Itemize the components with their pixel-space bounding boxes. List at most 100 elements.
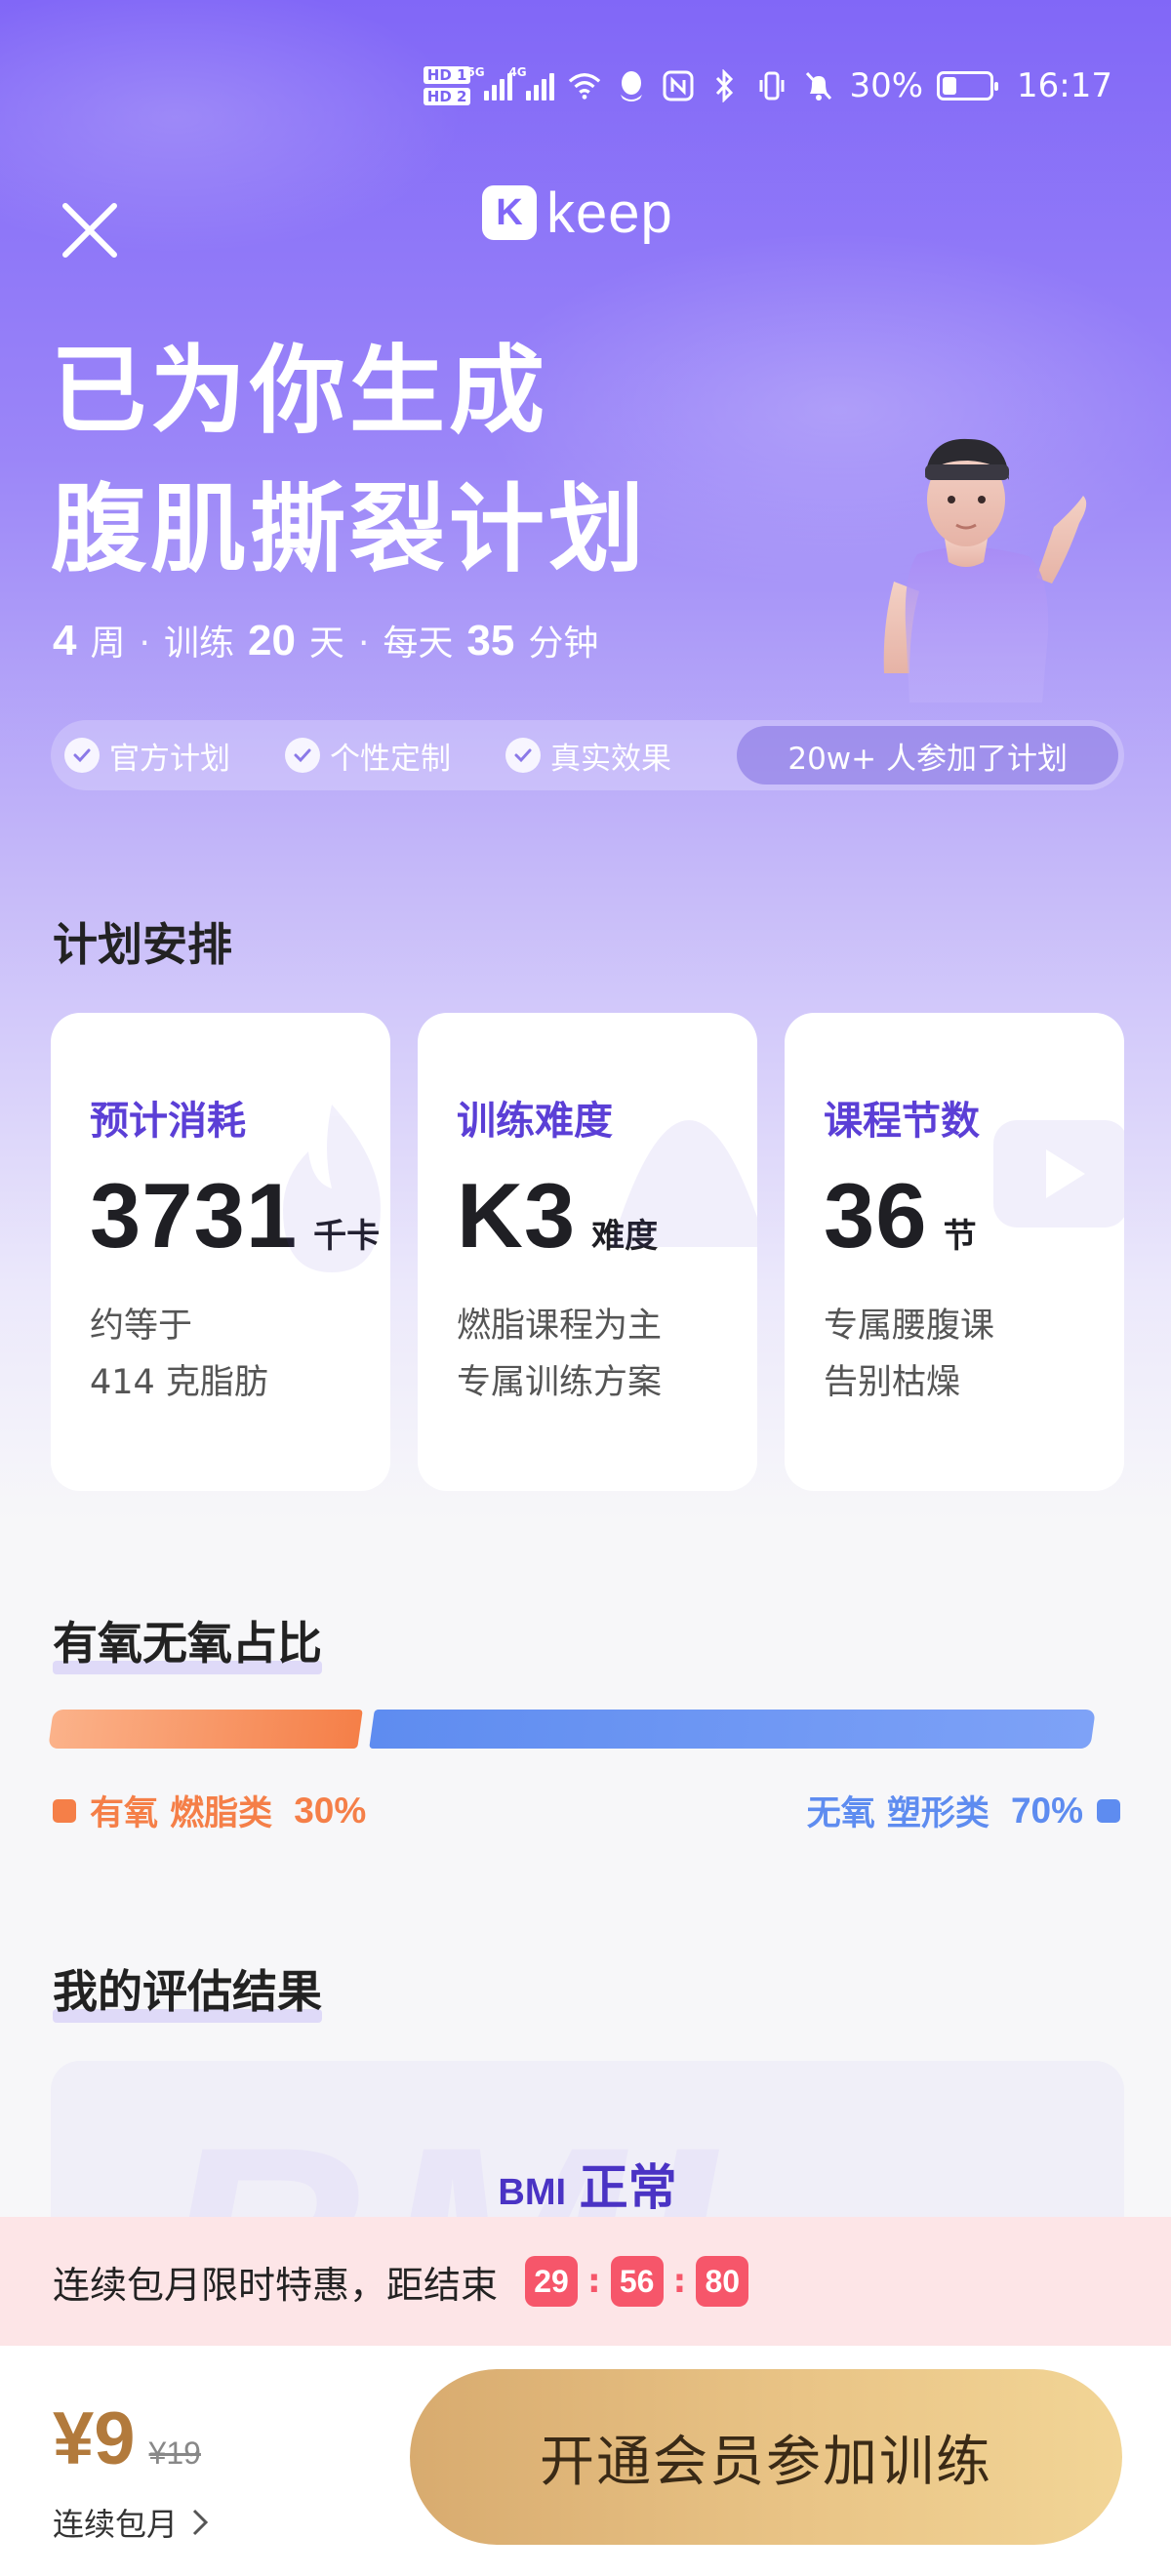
anaerobic-bar-segment [369, 1710, 1096, 1749]
clock-time: 16:17 [1017, 66, 1112, 105]
card-description: 专属腰腹课 告别枯燥 [824, 1298, 1124, 1411]
aerobic-percent: 30% [294, 1790, 367, 1831]
aerobic-bar-segment [48, 1710, 363, 1749]
participants-badge: 20w+ 人参加了计划 [737, 726, 1118, 785]
join-membership-button[interactable]: 开通会员参加训练 [410, 2369, 1122, 2545]
difficulty-level: K3 [457, 1164, 577, 1267]
separator-dot: · [357, 624, 370, 664]
assessment-section-title: 我的评估结果 [53, 1956, 322, 2023]
difficulty-card: 训练难度 K3 难度 燃脂课程为主 专属训练方案 [418, 1013, 757, 1491]
anaerobic-swatch [1097, 1798, 1120, 1823]
plan-cards: 预计消耗 3731 千卡 约等于 414 克脂肪 训练难度 K3 难度 燃脂课程… [51, 1013, 1124, 1491]
nfc-icon [662, 69, 695, 102]
qq-icon [615, 69, 648, 102]
logo-text: keep [546, 181, 673, 245]
plan-section-title: 计划安排 [53, 909, 232, 976]
play-icon [993, 1120, 1124, 1228]
close-button[interactable] [55, 195, 125, 265]
countdown-minutes: 56 [610, 2256, 664, 2307]
promo-text: 连续包月限时特惠，距结束 [53, 2263, 499, 2307]
card-description: 约等于 414 克脂肪 [90, 1298, 390, 1411]
card-desc-line1: 约等于 [90, 1307, 193, 1346]
price-current: ¥9 [53, 2397, 136, 2480]
tag-custom: 个性定制 [285, 734, 451, 778]
hero-title: 已为你生成 腹肌撕裂计划 [51, 322, 648, 599]
keep-logo: K keep [482, 178, 673, 248]
vibrate-icon [755, 69, 788, 102]
check-icon [64, 738, 100, 773]
hero-title-line2: 腹肌撕裂计划 [51, 474, 649, 585]
lessons-card: 课程节数 36 节 专属腰腹课 告别枯燥 [785, 1013, 1124, 1491]
bmi-result: BMI 正常 [51, 2149, 1124, 2219]
aerobic-ratio-bar [48, 1710, 1096, 1749]
net2-label: 4G [508, 65, 527, 79]
price-original: ¥19 [148, 2435, 201, 2471]
flame-icon [283, 1105, 381, 1272]
net1-label: 5G [466, 65, 485, 79]
chevron-right-icon [192, 2509, 209, 2536]
anaerobic-legend: 无氧 塑形类 70% [807, 1786, 1120, 1835]
calories-card: 预计消耗 3731 千卡 约等于 414 克脂肪 [51, 1013, 390, 1491]
promo-banner: 连续包月限时特惠，距结束 29 : 56 : 80 [0, 2217, 1171, 2346]
hd2-label: HD 2 [423, 88, 471, 105]
check-icon [285, 738, 320, 773]
close-icon [62, 203, 117, 258]
logo-mark: K [482, 185, 537, 240]
plan-summary: 4 周 · 训练 20 天 · 每天 35 分钟 [53, 615, 598, 665]
plan-type-selector[interactable]: 连续包月 [53, 2500, 209, 2545]
coach-avatar-image [820, 410, 1112, 703]
mute-bell-icon [802, 69, 835, 102]
bmi-value: 正常 [579, 2159, 677, 2216]
bluetooth-icon [708, 69, 742, 102]
price: ¥9 ¥19 [53, 2396, 201, 2481]
card-desc-line2: 告别枯燥 [824, 1363, 961, 1402]
card-desc-line1: 燃脂课程为主 [457, 1307, 663, 1346]
hill-icon [611, 1120, 757, 1247]
card-desc-line1: 专属腰腹课 [824, 1307, 995, 1346]
signal-4g-icon: 4G [508, 65, 555, 101]
weeks-unit: 周 [90, 624, 126, 664]
aerobic-label: 有氧 燃脂类 [90, 1794, 273, 1833]
status-bar: HD 1 HD 2 5G 4G 30% 16:17 [410, 55, 1112, 117]
battery-icon [937, 71, 999, 101]
battery-percent: 30% [849, 66, 924, 105]
daily-label: 每天 [383, 624, 454, 664]
tag-label: 真实效果 [550, 741, 671, 777]
bmi-key: BMI [498, 2172, 567, 2213]
days-unit: 天 [308, 624, 344, 664]
days-number: 20 [247, 617, 296, 664]
ratio-section-title: 有氧无氧占比 [53, 1608, 322, 1674]
card-desc-line2: 专属训练方案 [457, 1363, 663, 1402]
hd-indicator: HD 1 HD 2 [423, 66, 471, 105]
countdown-separator: : [672, 2262, 687, 2301]
wifi-icon [568, 69, 601, 102]
hd1-label: HD 1 [423, 66, 471, 84]
check-icon [505, 738, 541, 773]
anaerobic-label: 无氧 塑形类 [806, 1794, 989, 1833]
card-description: 燃脂课程为主 专属训练方案 [457, 1298, 757, 1411]
daily-number: 35 [466, 617, 515, 664]
countdown-seconds: 80 [696, 2256, 749, 2307]
tag-real-effect: 真实效果 [505, 734, 671, 778]
weeks-number: 4 [53, 617, 77, 664]
anaerobic-percent: 70% [1010, 1790, 1083, 1831]
plan-tags: 官方计划 个性定制 真实效果 20w+ 人参加了计划 [51, 720, 1124, 790]
separator-dot: · [139, 624, 150, 664]
aerobic-swatch [53, 1798, 76, 1823]
tag-label: 个性定制 [330, 741, 451, 777]
hero-title-line1: 已为你生成 [51, 336, 549, 447]
plan-type-label: 连续包月 [53, 2506, 179, 2543]
aerobic-legend: 有氧 燃脂类 30% [53, 1786, 366, 1835]
days-label: 训练 [163, 624, 234, 664]
lessons-number: 36 [824, 1164, 928, 1267]
lessons-unit: 节 [943, 1217, 977, 1256]
tag-official: 官方计划 [64, 734, 230, 778]
battery-fill [943, 77, 956, 95]
purchase-bar: ¥9 ¥19 连续包月 开通会员参加训练 [0, 2346, 1171, 2576]
countdown-timer: 29 : 56 : 80 [525, 2256, 749, 2307]
card-desc-line2: 414 克脂肪 [90, 1363, 268, 1402]
tag-label: 官方计划 [109, 741, 230, 777]
daily-unit: 分钟 [528, 624, 599, 664]
countdown-hours: 29 [525, 2256, 579, 2307]
countdown-separator: : [587, 2262, 601, 2301]
